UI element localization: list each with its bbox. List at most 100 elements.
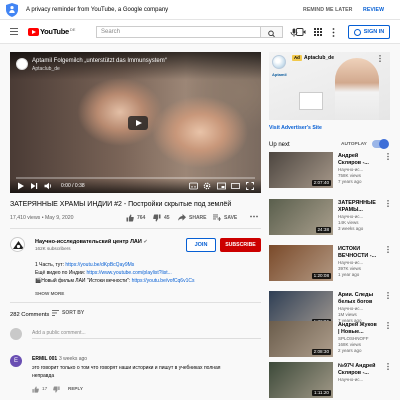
- description-link[interactable]: https://www.youtube.com/playlist?list...: [86, 270, 171, 276]
- youtube-play-icon: [28, 27, 39, 36]
- save-label: SAVE: [224, 214, 238, 221]
- related-video-age: 1 year ago: [338, 272, 360, 277]
- review-button[interactable]: REVIEW: [363, 7, 384, 13]
- subscribe-button[interactable]: SUBSCRIBE: [220, 238, 261, 252]
- share-button[interactable]: SHARE: [178, 214, 207, 221]
- theater-mode-icon[interactable]: [231, 182, 240, 190]
- title-line: ХРАМЫ...: [338, 206, 363, 213]
- channel-logo-icon: [13, 241, 24, 249]
- join-button[interactable]: JOIN: [186, 238, 216, 252]
- add-comment-input[interactable]: Add a public comment...: [32, 330, 261, 339]
- video-player[interactable]: Aptamil Folgemilch „unterstützt das Immu…: [10, 52, 261, 193]
- sign-in-button[interactable]: SIGN IN: [348, 25, 390, 39]
- video-meta: 17,410 views • May 9, 2020: [10, 215, 74, 221]
- video-thumbnail[interactable]: 1:11:20: [269, 362, 333, 398]
- player-overlay-title[interactable]: Aptamil Folgemilch „unterstützt das Immu…: [32, 58, 167, 64]
- dislike-button[interactable]: 45: [153, 214, 170, 222]
- more-options-icon[interactable]: [387, 200, 389, 207]
- description-link[interactable]: https://youtu.be/dKpBcQay9Ms: [65, 262, 134, 268]
- miniplayer-icon[interactable]: [217, 182, 226, 190]
- title-line: | Новые...: [338, 328, 364, 335]
- related-video-title[interactable]: ЗАТЕРЯННЫЕ ХРАМЫ...: [338, 200, 388, 213]
- more-options-icon[interactable]: [387, 246, 389, 253]
- comment-author[interactable]: ERMIL 001: [32, 356, 57, 362]
- like-button[interactable]: 764: [126, 214, 145, 222]
- fullscreen-icon[interactable]: [246, 182, 254, 190]
- related-video-title[interactable]: Арии. Следы белых богов: [338, 292, 388, 305]
- privacy-message: A privacy reminder from YouTube, a Googl…: [26, 6, 169, 13]
- autoplay-label: AUTOPLAY: [341, 142, 367, 147]
- related-video-card[interactable]: 2:07:40 Андрей Скляров -... Научно-ис... 758…: [269, 152, 390, 192]
- play-icon[interactable]: [17, 182, 25, 190]
- menu-icon[interactable]: [10, 28, 18, 35]
- related-video-title[interactable]: Андрей Скляров -...: [338, 153, 388, 166]
- create-video-icon[interactable]: [296, 28, 306, 36]
- more-options-icon[interactable]: [387, 292, 389, 299]
- channel-avatar[interactable]: [10, 237, 25, 252]
- description-link[interactable]: https://youtu.be/vofCq6v1Cs: [132, 278, 195, 284]
- comment-like-button[interactable]: 17: [32, 386, 60, 393]
- sort-by-button[interactable]: SORT BY: [52, 310, 84, 316]
- verified-icon: ✔: [143, 239, 148, 245]
- remind-later-button[interactable]: REMIND ME LATER: [303, 7, 353, 13]
- progress-bar[interactable]: [16, 177, 255, 179]
- save-playlist-icon: [213, 214, 221, 221]
- related-video-card[interactable]: 1:20:08 ИСТОКИ ВЕЧНОСТИ -... Научно-ис... 39…: [269, 245, 390, 285]
- like-count: 764: [137, 215, 146, 221]
- save-button[interactable]: SAVE: [213, 214, 237, 221]
- title-line: белых богов: [338, 298, 373, 305]
- share-icon: [178, 214, 186, 221]
- apps-grid-icon[interactable]: [314, 28, 322, 36]
- autoplay-toggle[interactable]: [372, 139, 389, 149]
- related-video-title[interactable]: №97Ч Андрей Скляров -...: [338, 363, 388, 376]
- player-overlay-channel[interactable]: Aptaclub_de: [32, 66, 60, 72]
- more-options-icon[interactable]: [387, 322, 389, 329]
- comment-time[interactable]: 3 weeks ago: [59, 356, 87, 362]
- related-video-card[interactable]: 2:08:30 Андрей Жуков | Новые... SPLOSHNOFF 1…: [269, 321, 390, 361]
- related-video-card[interactable]: 24:38 ЗАТЕРЯННЫЕ ХРАМЫ... Научно-ис... 14K v…: [269, 199, 390, 239]
- comment-avatar[interactable]: E: [10, 355, 22, 367]
- more-options-icon[interactable]: [387, 363, 389, 370]
- video-duration: 24:38: [315, 227, 331, 233]
- more-options-icon[interactable]: [387, 153, 389, 160]
- youtube-logo[interactable]: YouTube DE: [28, 27, 75, 36]
- reply-button[interactable]: REPLY: [68, 386, 83, 391]
- video-thumbnail[interactable]: 24:38: [269, 199, 333, 235]
- large-play-button[interactable]: [128, 116, 148, 130]
- search-input[interactable]: Search: [96, 26, 261, 38]
- video-thumbnail[interactable]: 2:08:30: [269, 321, 333, 357]
- sign-in-label: SIGN IN: [363, 29, 385, 35]
- video-thumbnail[interactable]: 2:07:40: [269, 152, 333, 188]
- related-video-title[interactable]: ИСТОКИ ВЕЧНОСТИ -...: [338, 246, 388, 259]
- masthead: YouTube DE Search SIGN IN: [0, 20, 400, 44]
- volume-icon[interactable]: [44, 182, 53, 190]
- ad-channel-avatar[interactable]: [16, 58, 28, 70]
- description-text: 1 Часть, тут:: [35, 262, 66, 268]
- search-icon: [268, 30, 275, 38]
- subtitles-icon[interactable]: [189, 182, 198, 190]
- ad-thumbnail[interactable]: Aptamil: [269, 52, 390, 120]
- description-line: 🎬Новый фильм ЛАИ "Истоки вечности": http…: [35, 278, 194, 284]
- more-actions-icon[interactable]: [250, 215, 258, 218]
- settings-dots-icon[interactable]: [332, 28, 335, 37]
- related-video-channel[interactable]: Научно-ис...: [338, 377, 363, 383]
- search-button[interactable]: [261, 26, 283, 38]
- video-duration: 1:11:20: [312, 390, 331, 396]
- subscriber-count: 162K subscribers: [35, 246, 71, 251]
- related-video-card[interactable]: 1:11:20 №97Ч Андрей Скляров -... Научно-ис.…: [269, 362, 390, 400]
- thumbs-down-icon[interactable]: [53, 386, 60, 393]
- divider: [10, 302, 261, 303]
- video-duration: 1:20:08: [311, 273, 331, 279]
- video-thumbnail[interactable]: 1:20:08: [269, 245, 333, 281]
- logo-text: YouTube: [40, 27, 69, 36]
- description-text: 🎬Новый фильм ЛАИ "Истоки вечности":: [35, 278, 132, 284]
- visit-advertiser-link[interactable]: Visit Advertiser's Site: [269, 125, 322, 131]
- comment-text: это говорит только о том что говорят наш…: [32, 365, 221, 371]
- related-video-title[interactable]: Андрей Жуков | Новые...: [338, 322, 388, 335]
- next-icon[interactable]: [30, 182, 38, 190]
- settings-gear-icon[interactable]: [203, 182, 211, 190]
- show-more-button[interactable]: SHOW MORE: [35, 291, 64, 296]
- channel-name[interactable]: Научно-исследовательский центр ЛАИ ✔: [35, 239, 148, 245]
- account-icon: [353, 28, 361, 36]
- ad-product: [299, 92, 323, 110]
